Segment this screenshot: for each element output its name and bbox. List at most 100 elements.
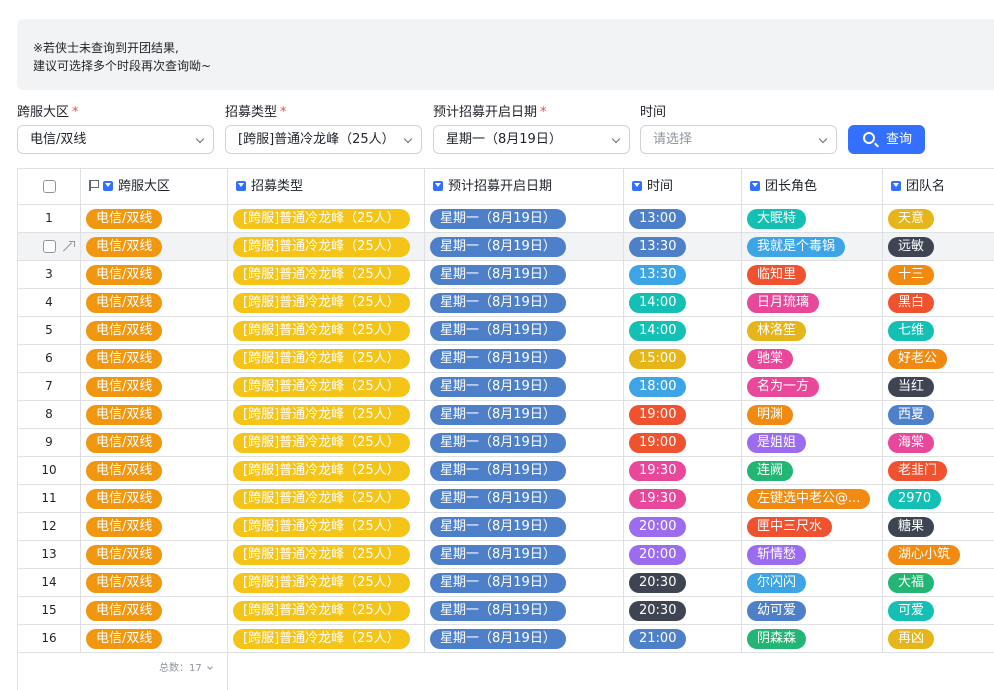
leader-cell[interactable]: 日月琉璃 bbox=[742, 289, 883, 316]
date-cell[interactable]: 星期一（8月19日） bbox=[425, 597, 624, 624]
leader-cell[interactable]: 名为一方 bbox=[742, 373, 883, 400]
region-cell[interactable]: 电信/双线 bbox=[81, 205, 228, 232]
time-cell[interactable]: 14:00 bbox=[624, 289, 742, 316]
region-cell[interactable]: 电信/双线 bbox=[81, 233, 228, 260]
region-cell[interactable]: 电信/双线 bbox=[81, 261, 228, 288]
type-cell[interactable]: [跨服]普通冷龙峰（25人） bbox=[228, 261, 425, 288]
team-cell[interactable]: 海棠 bbox=[883, 429, 994, 456]
table-row[interactable]: 12 电信/双线 [跨服]普通冷龙峰（25人） 星期一（8月19日） 20:00 匣中三尺… bbox=[18, 513, 994, 541]
team-cell[interactable]: 天意 bbox=[883, 205, 994, 232]
region-cell[interactable]: 电信/双线 bbox=[81, 569, 228, 596]
table-row[interactable]: 11 电信/双线 [跨服]普通冷龙峰（25人） 星期一（8月19日） 19:30 左键选中… bbox=[18, 485, 994, 513]
table-row[interactable]: 1 电信/双线 [跨服]普通冷龙峰（25人） 星期一（8月19日） 13:00 大眠特 天意 bbox=[18, 205, 994, 233]
region-cell[interactable]: 电信/双线 bbox=[81, 429, 228, 456]
table-row[interactable]: 13 电信/双线 [跨服]普通冷龙峰（25人） 星期一（8月19日） 20:00 斩情愁 湖… bbox=[18, 541, 994, 569]
date-cell[interactable]: 星期一（8月19日） bbox=[425, 625, 624, 652]
type-cell[interactable]: [跨服]普通冷龙峰（25人） bbox=[228, 373, 425, 400]
type-cell[interactable]: [跨服]普通冷龙峰（25人） bbox=[228, 513, 425, 540]
date-cell[interactable]: 星期一（8月19日） bbox=[425, 569, 624, 596]
table-row[interactable]: 4 电信/双线 [跨服]普通冷龙峰（25人） 星期一（8月19日） 14:00 日月琉璃 黑… bbox=[18, 289, 994, 317]
time-cell[interactable]: 15:00 bbox=[624, 345, 742, 372]
team-cell[interactable]: 湖心小筑 bbox=[883, 541, 994, 568]
type-cell[interactable]: [跨服]普通冷龙峰（25人） bbox=[228, 485, 425, 512]
column-header-time[interactable]: 时间 bbox=[624, 169, 742, 204]
date-cell[interactable]: 星期一（8月19日） bbox=[425, 373, 624, 400]
table-row[interactable]: 10 电信/双线 [跨服]普通冷龙峰（25人） 星期一（8月19日） 19:30 连阙 老韭… bbox=[18, 457, 994, 485]
region-cell[interactable]: 电信/双线 bbox=[81, 345, 228, 372]
date-cell[interactable]: 星期一（8月19日） bbox=[425, 541, 624, 568]
type-cell[interactable]: [跨服]普通冷龙峰（25人） bbox=[228, 317, 425, 344]
leader-cell[interactable]: 是姐姐 bbox=[742, 429, 883, 456]
table-row[interactable]: 16 电信/双线 [跨服]普通冷龙峰（25人） 星期一（8月19日） 21:00 阴森森 再… bbox=[18, 625, 994, 653]
leader-cell[interactable]: 连阙 bbox=[742, 457, 883, 484]
time-cell[interactable]: 13:30 bbox=[624, 261, 742, 288]
time-cell[interactable]: 20:30 bbox=[624, 569, 742, 596]
region-cell[interactable]: 电信/双线 bbox=[81, 401, 228, 428]
column-header-date[interactable]: 预计招募开启日期 bbox=[425, 169, 624, 204]
team-cell[interactable]: 当红 bbox=[883, 373, 994, 400]
type-cell[interactable]: [跨服]普通冷龙峰（25人） bbox=[228, 625, 425, 652]
query-button[interactable]: 查询 bbox=[848, 125, 925, 154]
team-cell[interactable]: 西夏 bbox=[883, 401, 994, 428]
date-cell[interactable]: 星期一（8月19日） bbox=[425, 261, 624, 288]
leader-cell[interactable]: 明渊 bbox=[742, 401, 883, 428]
type-cell[interactable]: [跨服]普通冷龙峰（25人） bbox=[228, 569, 425, 596]
time-select[interactable]: 请选择 bbox=[640, 125, 837, 154]
date-cell[interactable]: 星期一（8月19日） bbox=[425, 401, 624, 428]
table-row[interactable]: 6 电信/双线 [跨服]普通冷龙峰（25人） 星期一（8月19日） 15:00 驰棠 好老公 bbox=[18, 345, 994, 373]
team-cell[interactable]: 再凶 bbox=[883, 625, 994, 652]
time-cell[interactable]: 19:30 bbox=[624, 485, 742, 512]
team-cell[interactable]: 十三 bbox=[883, 261, 994, 288]
type-cell[interactable]: [跨服]普通冷龙峰（25人） bbox=[228, 597, 425, 624]
team-cell[interactable]: 可爱 bbox=[883, 597, 994, 624]
type-cell[interactable]: [跨服]普通冷龙峰（25人） bbox=[228, 205, 425, 232]
time-cell[interactable]: 19:00 bbox=[624, 401, 742, 428]
date-cell[interactable]: 星期一（8月19日） bbox=[425, 485, 624, 512]
date-cell[interactable]: 星期一（8月19日） bbox=[425, 429, 624, 456]
team-cell[interactable]: 好老公 bbox=[883, 345, 994, 372]
region-cell[interactable]: 电信/双线 bbox=[81, 373, 228, 400]
table-row[interactable]: 14 电信/双线 [跨服]普通冷龙峰（25人） 星期一（8月19日） 20:30 尔闪闪 大… bbox=[18, 569, 994, 597]
leader-cell[interactable]: 左键选中老公@... bbox=[742, 485, 883, 512]
type-cell[interactable]: [跨服]普通冷龙峰（25人） bbox=[228, 429, 425, 456]
team-cell[interactable]: 糖果 bbox=[883, 513, 994, 540]
type-cell[interactable]: [跨服]普通冷龙峰（25人） bbox=[228, 457, 425, 484]
time-cell[interactable]: 18:00 bbox=[624, 373, 742, 400]
region-cell[interactable]: 电信/双线 bbox=[81, 289, 228, 316]
record-count[interactable]: 总数：17 bbox=[159, 659, 213, 674]
time-cell[interactable]: 20:00 bbox=[624, 541, 742, 568]
team-cell[interactable]: 老韭门 bbox=[883, 457, 994, 484]
leader-cell[interactable]: 临知里 bbox=[742, 261, 883, 288]
team-cell[interactable]: 远敏 bbox=[883, 233, 994, 260]
select-all-checkbox[interactable] bbox=[43, 180, 56, 193]
date-select[interactable]: 星期一（8月19日） bbox=[433, 125, 630, 154]
time-cell[interactable]: 20:30 bbox=[624, 597, 742, 624]
leader-cell[interactable]: 匣中三尺水 bbox=[742, 513, 883, 540]
table-row[interactable]: 7 电信/双线 [跨服]普通冷龙峰（25人） 星期一（8月19日） 18:00 名为一方 当… bbox=[18, 373, 994, 401]
server-select[interactable]: 电信/双线 bbox=[17, 125, 214, 154]
type-cell[interactable]: [跨服]普通冷龙峰（25人） bbox=[228, 401, 425, 428]
row-checkbox[interactable] bbox=[43, 240, 56, 253]
expand-icon[interactable] bbox=[62, 241, 75, 253]
date-cell[interactable]: 星期一（8月19日） bbox=[425, 289, 624, 316]
region-cell[interactable]: 电信/双线 bbox=[81, 625, 228, 652]
time-cell[interactable]: 20:00 bbox=[624, 513, 742, 540]
date-cell[interactable]: 星期一（8月19日） bbox=[425, 233, 624, 260]
column-header-region[interactable]: 跨服大区 bbox=[81, 169, 228, 204]
type-select[interactable]: [跨服]普通冷龙峰（25人） bbox=[225, 125, 422, 154]
team-cell[interactable]: 七维 bbox=[883, 317, 994, 344]
leader-cell[interactable]: 幼可爱 bbox=[742, 597, 883, 624]
table-row[interactable]: 8 电信/双线 [跨服]普通冷龙峰（25人） 星期一（8月19日） 19:00 明渊 西夏 bbox=[18, 401, 994, 429]
table-row[interactable]: 15 电信/双线 [跨服]普通冷龙峰（25人） 星期一（8月19日） 20:30 幼可爱 可… bbox=[18, 597, 994, 625]
time-cell[interactable]: 13:00 bbox=[624, 205, 742, 232]
leader-cell[interactable]: 斩情愁 bbox=[742, 541, 883, 568]
date-cell[interactable]: 星期一（8月19日） bbox=[425, 345, 624, 372]
date-cell[interactable]: 星期一（8月19日） bbox=[425, 317, 624, 344]
column-header-leader[interactable]: 团长角色 bbox=[742, 169, 883, 204]
time-cell[interactable]: 14:00 bbox=[624, 317, 742, 344]
region-cell[interactable]: 电信/双线 bbox=[81, 597, 228, 624]
region-cell[interactable]: 电信/双线 bbox=[81, 457, 228, 484]
time-cell[interactable]: 21:00 bbox=[624, 625, 742, 652]
table-row[interactable]: 3 电信/双线 [跨服]普通冷龙峰（25人） 星期一（8月19日） 13:30 临知里 十三 bbox=[18, 261, 994, 289]
type-cell[interactable]: [跨服]普通冷龙峰（25人） bbox=[228, 541, 425, 568]
